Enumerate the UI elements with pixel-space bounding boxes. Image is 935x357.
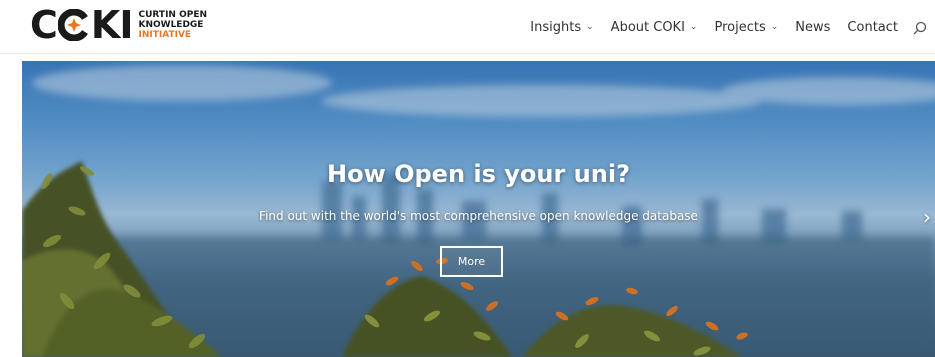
site-header: C KI CURTIN OPEN KNOWLEDGE INITIATIVE In… [0,0,935,54]
logo-o-icon [57,9,90,41]
nav-item-insights[interactable]: Insights ⌄ [530,20,593,35]
nav-item-news[interactable]: News [795,20,830,35]
nav-item-about-coki[interactable]: About COKI ⌄ [611,20,698,35]
hero-title: How Open is your uni? [327,160,630,188]
main-nav: Insights ⌄ About COKI ⌄ Projects ⌄ News … [513,0,935,54]
search-icon[interactable] [913,20,927,35]
chevron-down-icon: ⌄ [770,22,779,32]
nav-item-contact[interactable]: Contact [847,20,898,35]
hero-slider: How Open is your uni? Find out with the … [22,61,935,357]
more-button[interactable]: More [440,246,503,277]
nav-label: Projects [714,19,766,35]
nav-label: Contact [847,19,898,35]
site-logo[interactable]: C KI CURTIN OPEN KNOWLEDGE INITIATIVE [30,6,207,44]
logo-letters-ki: KI [90,3,134,47]
hero-subtitle: Find out with the world's most comprehen… [259,209,698,223]
logo-line-3: INITIATIVE [138,30,192,40]
chevron-down-icon: ⌄ [586,22,594,32]
logo-line-2: KNOWLEDGE [138,20,204,30]
chevron-down-icon: ⌄ [689,22,698,32]
nav-label: About COKI [610,19,685,35]
nav-label: News [795,19,831,35]
nav-item-projects[interactable]: Projects ⌄ [714,20,778,35]
nav-label: Insights [530,19,582,35]
logo-wordmark: C KI [30,3,134,47]
logo-letter-c: C [30,3,58,47]
slider-next-arrow-icon[interactable]: › [923,207,931,227]
logo-subtitle: CURTIN OPEN KNOWLEDGE INITIATIVE [138,10,207,40]
logo-line-1: CURTIN OPEN [138,10,208,20]
